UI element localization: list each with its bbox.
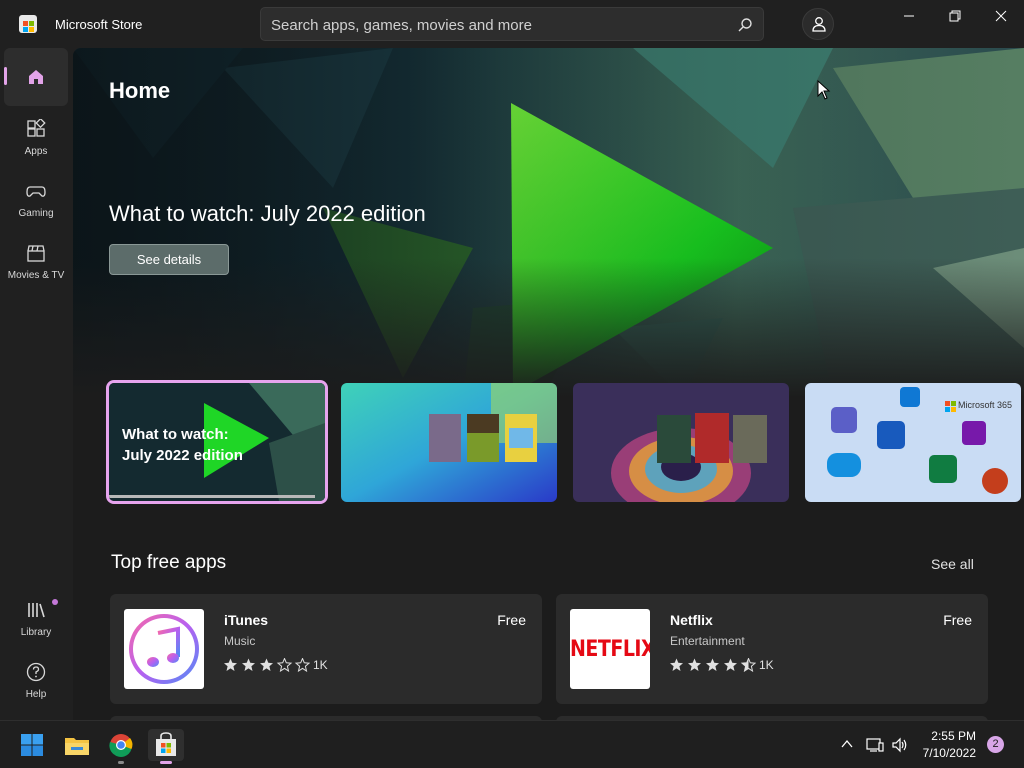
sidebar-item-label: Apps: [24, 146, 48, 157]
taskbar-microsoft-store[interactable]: [148, 729, 184, 764]
app-category: Entertainment: [670, 634, 745, 648]
taskbar: 2:55 PM 7/10/2022 2: [0, 720, 1024, 768]
card-art: [573, 383, 789, 502]
sidebar-item-label: Help: [25, 689, 47, 700]
library-icon: [28, 603, 45, 618]
netflix-logo-text: NETFLIX: [570, 636, 650, 662]
hero-banner[interactable]: Home What to watch: July 2022 edition Se…: [73, 48, 1024, 398]
star-half-icon: [740, 657, 757, 673]
maximize-button[interactable]: [932, 0, 978, 32]
star-filled-icon: [224, 658, 237, 671]
running-indicator: [118, 761, 124, 764]
folder-icon: [65, 738, 89, 755]
hero-headline: What to watch: July 2022 edition: [109, 201, 426, 226]
star-filled-icon: [242, 658, 255, 671]
active-indicator: [4, 67, 7, 85]
sidebar-item-movies-tv[interactable]: Movies & TV: [4, 234, 68, 292]
help-icon: [26, 662, 46, 682]
close-button[interactable]: [978, 0, 1024, 32]
app-category: Music: [224, 634, 256, 648]
volume-icon[interactable]: [891, 737, 909, 753]
main-content: Home What to watch: July 2022 edition Se…: [73, 48, 1024, 720]
card-art: [341, 383, 557, 502]
carousel-card-microsoft-365[interactable]: Microsoft 365: [805, 383, 1021, 502]
page-title: Home: [109, 78, 171, 103]
star-empty-icon: [276, 657, 293, 673]
user-icon: [812, 17, 826, 32]
carousel-card-movies[interactable]: [573, 383, 789, 502]
app-name: iTunes: [224, 612, 269, 628]
sidebar-item-gaming[interactable]: Gaming: [4, 172, 68, 230]
store-icon: [156, 732, 176, 756]
active-app-indicator: [160, 761, 172, 764]
library-badge-dot: [52, 599, 58, 605]
restore-icon: [949, 10, 961, 22]
apps-icon: [27, 119, 46, 137]
search-placeholder: Search apps, games, movies and more: [271, 17, 532, 34]
rating-count: 1K: [759, 658, 774, 672]
sidebar-item-apps[interactable]: Apps: [4, 110, 68, 168]
notification-badge[interactable]: 2: [987, 736, 1004, 753]
star-rating: [224, 657, 311, 673]
chevron-up-icon[interactable]: [840, 737, 854, 751]
search-input[interactable]: Search apps, games, movies and more: [260, 7, 764, 41]
clock-time[interactable]: 2:55 PM: [930, 729, 976, 743]
sidebar-item-label: Gaming: [18, 208, 54, 219]
itunes-icon: [124, 609, 204, 689]
star-filled-icon: [260, 658, 273, 671]
see-all-link[interactable]: See all: [931, 556, 974, 572]
start-button[interactable]: [16, 729, 48, 761]
chrome-icon: [109, 734, 133, 757]
app-title: Microsoft Store: [55, 17, 143, 32]
star-filled-icon: [670, 658, 683, 671]
app-card-netflix[interactable]: NETFLIX Netflix Entertainment Free 1K: [556, 594, 988, 704]
gamepad-icon: [26, 186, 46, 197]
carousel-progress-bar: [109, 495, 315, 498]
sidebar-item-label: Library: [20, 627, 52, 638]
minimize-button[interactable]: [886, 0, 932, 32]
app-name: Netflix: [670, 612, 713, 628]
app-price: Free: [943, 612, 972, 628]
app-price: Free: [497, 612, 526, 628]
carousel-card-label: What to watch: July 2022 edition: [122, 424, 243, 466]
sidebar-item-label: Movies & TV: [7, 270, 65, 281]
home-icon: [29, 70, 43, 84]
sidebar-item-library[interactable]: Library: [4, 591, 68, 649]
minimize-icon: [904, 15, 914, 17]
star-filled-icon: [724, 658, 737, 671]
see-details-button[interactable]: See details: [109, 244, 229, 275]
sidebar-nav: Apps Gaming Movies & TV Library Help: [0, 48, 72, 720]
carousel-card-games[interactable]: [341, 383, 557, 502]
app-card-itunes[interactable]: iTunes Music Free 1K: [110, 594, 542, 704]
netflix-icon: NETFLIX: [570, 609, 650, 689]
network-icon[interactable]: [866, 737, 884, 753]
star-filled-icon: [688, 658, 701, 671]
card-label-line2: July 2022 edition: [122, 447, 243, 464]
sidebar-item-home[interactable]: [4, 48, 68, 106]
carousel-card-what-to-watch[interactable]: What to watch: July 2022 edition: [106, 380, 328, 504]
taskbar-chrome[interactable]: [105, 729, 137, 764]
star-rating: [670, 657, 757, 673]
clapper-icon: [27, 245, 45, 262]
clock-date[interactable]: 7/10/2022: [922, 746, 976, 760]
windows-start-icon: [21, 734, 43, 756]
taskbar-file-explorer[interactable]: [61, 729, 93, 761]
star-filled-icon: [706, 658, 719, 671]
close-icon: [995, 10, 1007, 22]
account-button[interactable]: [802, 8, 834, 40]
title-bar: Microsoft Store Search apps, games, movi…: [0, 0, 1024, 48]
store-logo-icon: [19, 15, 37, 33]
search-icon[interactable]: [737, 17, 753, 33]
mouse-cursor-icon: [817, 80, 831, 100]
section-title: Top free apps: [111, 552, 227, 573]
rating-count: 1K: [313, 658, 328, 672]
card-label-line1: What to watch:: [122, 426, 229, 443]
star-empty-icon: [294, 657, 311, 673]
sidebar-item-help[interactable]: Help: [4, 653, 68, 711]
microsoft-365-label: Microsoft 365: [958, 400, 1013, 410]
